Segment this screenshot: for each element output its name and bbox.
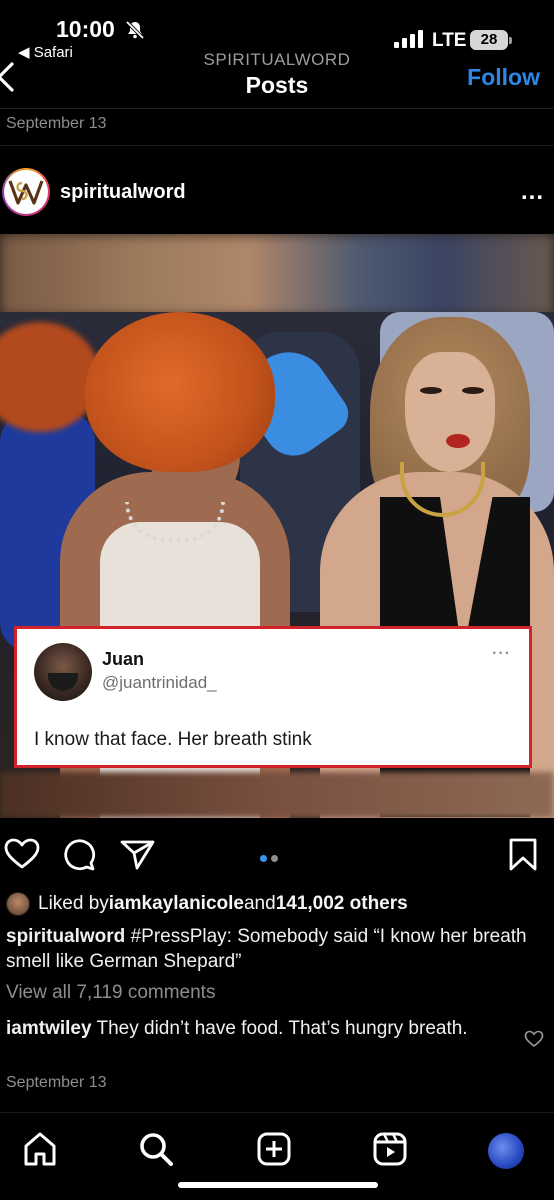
- media-blurred-background: [0, 234, 554, 316]
- bell-off-icon: [125, 20, 145, 45]
- embedded-tweet-card: Juan @juantrinidad_ ··· I know that face…: [14, 626, 532, 768]
- tweet-text: I know that face. Her breath stink: [34, 729, 312, 750]
- home-icon[interactable]: [22, 1131, 58, 1172]
- home-indicator: [178, 1182, 378, 1188]
- carousel-dot: [260, 855, 267, 862]
- carousel-indicator: [260, 849, 282, 867]
- create-post-icon[interactable]: [256, 1131, 292, 1172]
- profile-avatar[interactable]: [488, 1133, 524, 1169]
- tweet-more-icon: ···: [492, 645, 511, 662]
- caption-username[interactable]: spiritualword: [6, 926, 125, 947]
- bookmark-icon[interactable]: [508, 838, 538, 877]
- tweet-avatar: [34, 643, 92, 701]
- share-paper-plane-icon[interactable]: [120, 838, 156, 877]
- comment-like-heart-icon[interactable]: [524, 1030, 544, 1053]
- post-author-avatar[interactable]: [2, 168, 50, 216]
- likes-middle: and: [243, 893, 276, 914]
- tweet-author-name: Juan: [102, 649, 145, 669]
- comment: iamtwiley They didn’t have food. That’s …: [6, 1016, 506, 1041]
- tweet-author-handle: @juantrinidad_: [102, 673, 217, 692]
- likes-count[interactable]: 141,002 others: [276, 893, 408, 915]
- like-heart-icon[interactable]: [4, 838, 40, 875]
- view-all-comments-link[interactable]: View all 7,119 comments: [6, 982, 215, 1004]
- comment-username[interactable]: iamtwiley: [6, 1018, 92, 1039]
- battery-indicator: 28: [470, 30, 512, 50]
- post-actions: [0, 828, 554, 880]
- likes-summary[interactable]: Liked by iamkaylanicole and 141,002 othe…: [6, 892, 408, 916]
- avatar-logo: [4, 170, 48, 214]
- post-date-bottom: September 13: [6, 1074, 107, 1091]
- search-icon[interactable]: [138, 1131, 174, 1172]
- post-media[interactable]: Juan @juantrinidad_ ··· I know that face…: [0, 234, 554, 818]
- comment-bubble-icon[interactable]: [62, 838, 96, 877]
- liker-username[interactable]: iamkaylanicole: [109, 893, 244, 915]
- likes-prefix: Liked by: [38, 893, 109, 914]
- carousel-dot: [271, 855, 278, 862]
- follow-button[interactable]: Follow: [467, 64, 540, 91]
- network-type: LTE: [432, 30, 467, 51]
- comment-text: They didn’t have food. That’s hungry bre…: [91, 1018, 468, 1039]
- post-date-top: September 13: [6, 115, 107, 132]
- more-options-icon[interactable]: ...: [521, 178, 544, 206]
- signal-icon: [394, 30, 424, 48]
- status-time: 10:00: [56, 16, 115, 42]
- post-caption: spiritualword #PressPlay: Somebody said …: [6, 924, 546, 974]
- post-username[interactable]: spiritualword: [60, 181, 186, 204]
- bottom-tab-bar: [0, 1112, 554, 1200]
- divider: [0, 108, 554, 109]
- liker-avatar: [6, 892, 30, 916]
- divider: [0, 145, 554, 146]
- reels-icon[interactable]: [372, 1131, 408, 1172]
